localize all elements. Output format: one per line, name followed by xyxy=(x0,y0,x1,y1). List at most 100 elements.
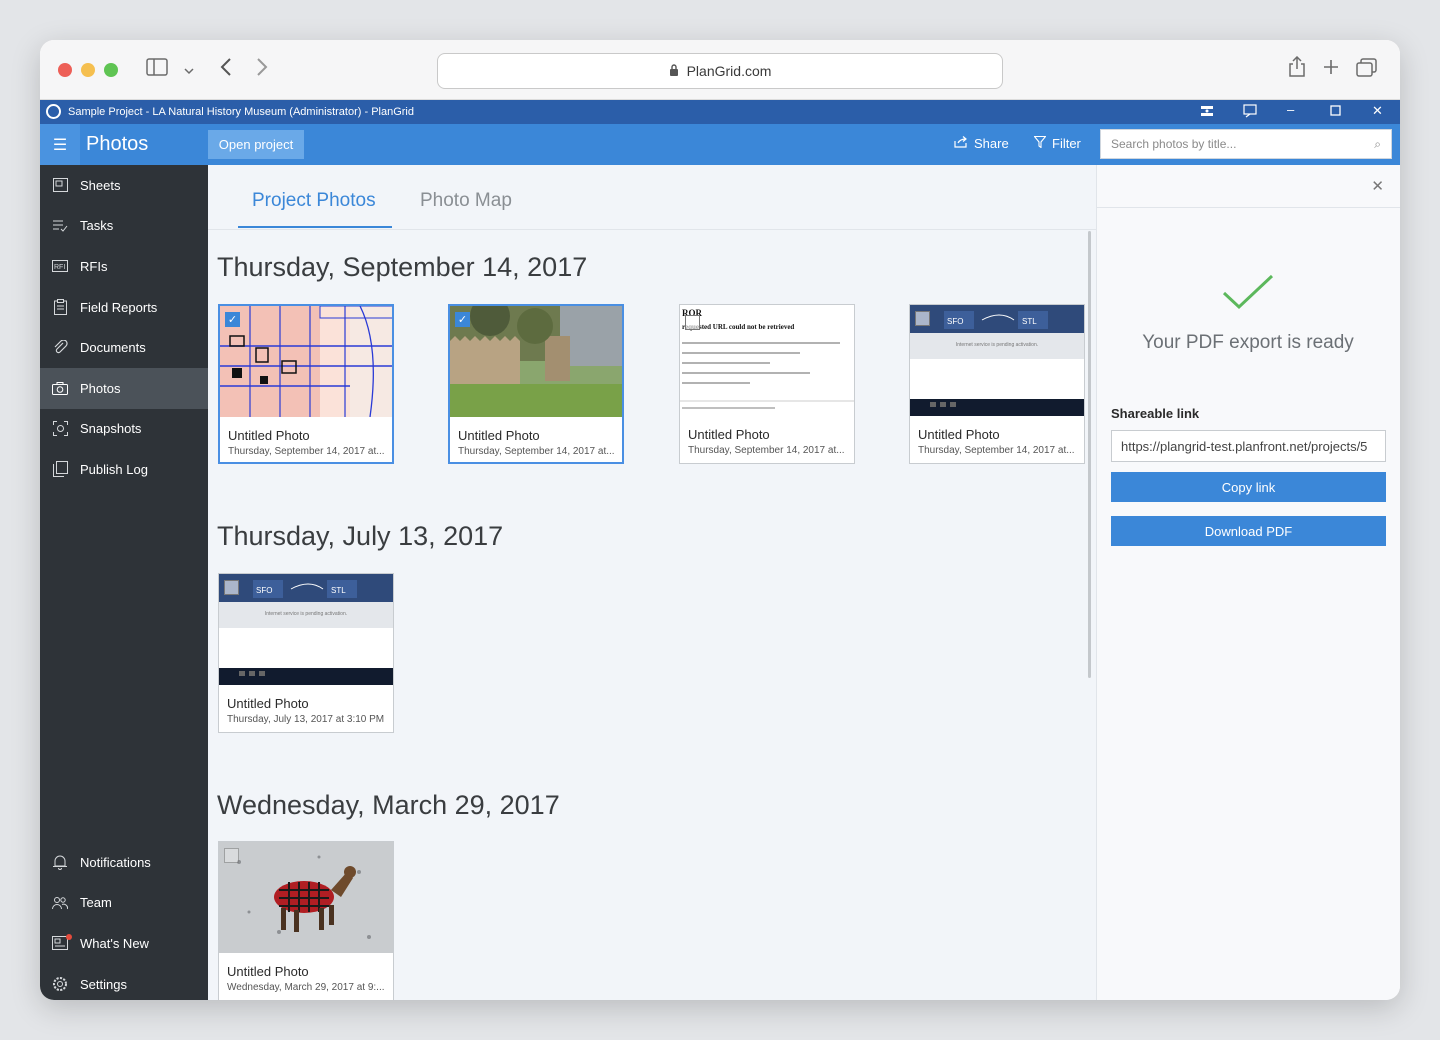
lock-icon xyxy=(669,63,679,79)
sidebar-item-label: Publish Log xyxy=(80,461,148,477)
photo-card[interactable]: SFO STL Internet service is pending acti… xyxy=(909,304,1085,464)
copy-link-button[interactable]: Copy link xyxy=(1111,472,1386,502)
photo-checkbox[interactable]: ✓ xyxy=(455,312,470,327)
sidebar-item-publish-log[interactable]: Publish Log xyxy=(40,449,208,490)
close-panel-icon[interactable]: ✕ xyxy=(1371,177,1384,195)
shareable-link-field[interactable]: https://plangrid-test.planfront.net/proj… xyxy=(1111,430,1386,462)
forward-icon[interactable] xyxy=(256,58,268,81)
photo-date: Wednesday, March 29, 2017 at 9:... xyxy=(227,982,385,993)
photo-date: Thursday, September 14, 2017 at... xyxy=(688,445,845,456)
feedback-icon[interactable] xyxy=(1243,104,1257,121)
photo-card[interactable]: ✓ Untitled Photo Thursday, September 14,… xyxy=(448,304,624,464)
minimize-window-button[interactable] xyxy=(81,63,95,77)
photo-thumbnail xyxy=(219,842,393,955)
sidebar-item-label: Sheets xyxy=(80,177,121,193)
tab-overview-icon[interactable] xyxy=(1356,58,1378,83)
sidebar-item-photos[interactable]: Photos xyxy=(40,367,208,409)
address-bar[interactable]: PlanGrid.com xyxy=(437,53,1003,89)
sidebar-item-documents[interactable]: Documents xyxy=(40,327,208,368)
search-box: ⌕ xyxy=(1100,129,1392,159)
zoom-window-button[interactable] xyxy=(104,63,118,77)
sidebar-item-label: Tasks xyxy=(80,218,114,234)
panel-header: ✕ xyxy=(1097,165,1400,208)
search-icon[interactable]: ⌕ xyxy=(1374,137,1381,152)
flight-from: SFO xyxy=(256,586,273,595)
sidebar-item-label: Photos xyxy=(80,380,121,396)
share-button[interactable]: Share xyxy=(954,136,1009,151)
photo-checkbox[interactable] xyxy=(685,315,700,330)
sidebar-item-label: Snapshots xyxy=(80,421,142,437)
photo-thumbnail: ✓ xyxy=(220,306,392,419)
sidebar-item-field-reports[interactable]: Field Reports xyxy=(40,287,208,328)
browser-toolbar: PlanGrid.com xyxy=(40,40,1400,100)
sidebar-item-label: What's New xyxy=(80,935,149,951)
photo-card[interactable]: SFO STL Internet service is pending acti… xyxy=(218,573,394,733)
open-project-button[interactable]: Open project xyxy=(208,130,304,159)
sidebar-item-label: Settings xyxy=(80,976,127,992)
browser-window: PlanGrid.com Sample Project - LA Natural… xyxy=(40,40,1400,1000)
sidebar-item-sheets[interactable]: Sheets xyxy=(40,165,208,206)
share-label: Share xyxy=(974,136,1009,151)
paperclip-icon xyxy=(52,340,68,356)
bell-icon xyxy=(52,854,68,871)
photo-thumbnail: SFO STL Internet service is pending acti… xyxy=(910,305,1084,418)
photo-title: Untitled Photo xyxy=(688,427,770,442)
photo-card[interactable]: Untitled Photo Wednesday, March 29, 2017… xyxy=(218,841,394,1000)
flight-notice: Internet service is pending activation. xyxy=(264,611,348,617)
photo-date: Thursday, September 14, 2017 at... xyxy=(918,445,1075,456)
shareable-link-label: Shareable link xyxy=(1111,406,1200,421)
photo-title: Untitled Photo xyxy=(227,696,309,711)
scrollbar[interactable] xyxy=(1088,231,1091,678)
sidebar-item-tasks[interactable]: Tasks xyxy=(40,206,208,247)
back-icon[interactable] xyxy=(220,58,232,81)
flight-from: SFO xyxy=(947,317,964,326)
new-tab-icon[interactable] xyxy=(1323,59,1339,80)
close-window-button[interactable] xyxy=(58,63,72,77)
close-icon[interactable]: ✕ xyxy=(1372,103,1383,119)
remote-icon[interactable] xyxy=(1200,104,1214,121)
photo-checkbox[interactable] xyxy=(224,848,239,863)
search-input[interactable] xyxy=(1111,137,1361,151)
chevron-down-icon[interactable] xyxy=(184,62,194,80)
date-group-title: Thursday, July 13, 2017 xyxy=(217,521,504,551)
sidebar-item-team[interactable]: Team xyxy=(40,883,208,924)
sidebar-item-settings[interactable]: Settings xyxy=(40,964,208,1000)
filter-button[interactable]: Filter xyxy=(1033,135,1081,151)
rfi-icon: RFI xyxy=(52,258,68,274)
sidebar-item-snapshots[interactable]: Snapshots xyxy=(40,409,208,450)
filter-icon xyxy=(1033,135,1047,151)
sidebar-toggle-icon[interactable] xyxy=(146,58,168,81)
sidebar-item-label: Field Reports xyxy=(80,299,158,315)
minimize-icon[interactable]: – xyxy=(1287,102,1294,117)
tab-photo-map[interactable]: Photo Map xyxy=(420,190,512,212)
sidebar-item-label: Documents xyxy=(80,340,146,356)
sidebar-item-notifications[interactable]: Notifications xyxy=(40,842,208,883)
hamburger-menu-icon[interactable]: ☰ xyxy=(40,124,80,165)
page-title: Photos xyxy=(86,133,149,155)
photo-card[interactable]: ROR requested URL could not be retrieved… xyxy=(679,304,855,464)
photo-card[interactable]: ✓ Untitled Photo Thursday, September 14,… xyxy=(218,304,394,464)
photo-title: Untitled Photo xyxy=(228,428,310,443)
sidebar-item-label: Notifications xyxy=(80,854,151,870)
photo-checkbox[interactable] xyxy=(915,311,930,326)
tasks-icon xyxy=(52,218,68,234)
tab-project-photos[interactable]: Project Photos xyxy=(252,190,376,212)
photo-thumbnail: ✓ xyxy=(450,306,622,419)
photo-checkbox[interactable] xyxy=(224,580,239,595)
plangrid-logo-icon xyxy=(46,104,61,119)
snapshot-icon xyxy=(52,421,68,437)
flight-to: STL xyxy=(331,586,346,595)
flight-to: STL xyxy=(1022,317,1037,326)
clipboard-icon xyxy=(52,299,68,316)
camera-icon xyxy=(52,380,68,396)
sheets-icon xyxy=(52,177,68,193)
window-title: Sample Project - LA Natural History Muse… xyxy=(68,106,414,118)
export-panel: ✕ Your PDF export is ready Shareable lin… xyxy=(1096,165,1400,1000)
sidebar-item-whats-new[interactable]: What's New xyxy=(40,923,208,964)
team-icon xyxy=(52,895,68,911)
photo-checkbox[interactable]: ✓ xyxy=(225,312,240,327)
download-pdf-button[interactable]: Download PDF xyxy=(1111,516,1386,546)
maximize-icon[interactable] xyxy=(1330,104,1341,119)
sidebar-item-rfis[interactable]: RFI RFIs xyxy=(40,246,208,287)
share-sheet-icon[interactable] xyxy=(1288,55,1306,83)
